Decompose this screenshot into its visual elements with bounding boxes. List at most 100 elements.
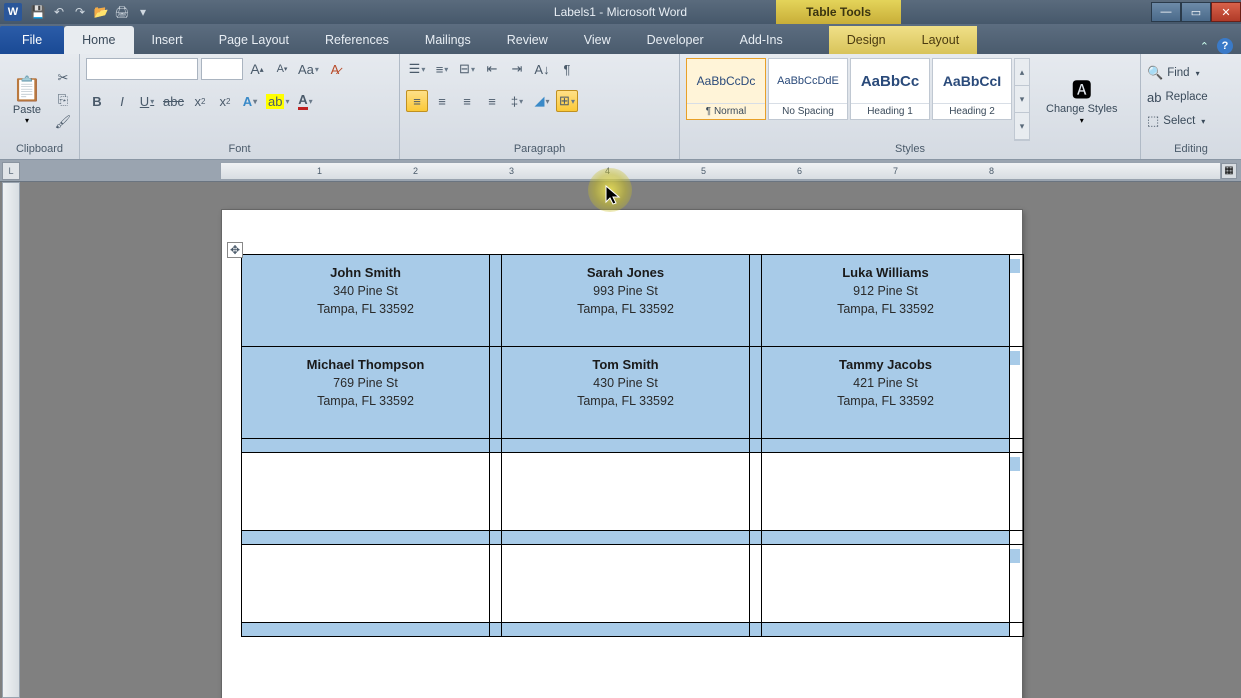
label-cell[interactable]: Luka Williams 912 Pine St Tampa, FL 3359… [762,255,1010,347]
tab-home[interactable]: Home [64,26,133,54]
superscript-button[interactable]: x2 [214,90,236,112]
strikethrough-button[interactable]: abc [161,90,186,112]
line-spacing-icon[interactable]: ‡▾ [506,90,528,112]
align-right-button[interactable]: ≡ [456,90,478,112]
redo-icon[interactable]: ↷ [70,3,90,21]
label-cell-empty[interactable] [502,439,750,453]
label-cell-empty[interactable] [762,453,1010,531]
text-effects-icon[interactable]: A▾ [239,90,261,112]
group-editing: 🔍Find▾ abReplace ⬚Select▾ Editing [1141,54,1241,159]
show-marks-icon[interactable]: ¶ [556,58,578,80]
row-marker [1010,623,1024,637]
labels-table[interactable]: John Smith 340 Pine St Tampa, FL 33592 S… [241,254,1024,637]
tab-mailings[interactable]: Mailings [407,26,489,54]
shrink-font-icon[interactable]: A▾ [271,58,293,80]
style-normal[interactable]: AaBbCcDc ¶ Normal [686,58,766,120]
change-styles-button[interactable]: 🅰 Change Styles ▾ [1040,58,1124,141]
highlight-color-icon[interactable]: ab▾ [264,90,291,112]
subscript-button[interactable]: x2 [189,90,211,112]
tab-design[interactable]: Design [829,26,904,54]
label-cell-empty[interactable] [762,439,1010,453]
label-cell-empty[interactable] [242,439,490,453]
tab-file[interactable]: File [0,26,64,54]
borders-icon[interactable]: ⊞▾ [556,90,578,112]
open-icon[interactable]: 📂 [91,3,111,21]
qat-dropdown-icon[interactable]: ▾ [133,3,153,21]
bold-button[interactable]: B [86,90,108,112]
find-button[interactable]: 🔍Find▾ [1147,62,1235,84]
style-scroll-up-icon[interactable]: ▴ [1015,59,1029,86]
label-cell-empty[interactable] [762,623,1010,637]
print-icon[interactable]: 🖨 [112,3,132,21]
align-center-button[interactable]: ≡ [431,90,453,112]
label-cell-empty[interactable] [502,531,750,545]
table-move-handle-icon[interactable]: ✥ [227,242,243,258]
bullets-icon[interactable]: ☰▾ [406,58,428,80]
minimize-button[interactable]: — [1151,2,1181,22]
label-cell-empty[interactable] [502,545,750,623]
document-area: ✥ John Smith 340 Pine St Tampa, FL 33592… [0,182,1241,698]
numbering-icon[interactable]: ≡▾ [431,58,453,80]
tab-addins[interactable]: Add-Ins [722,26,801,54]
align-left-button[interactable]: ≡ [406,90,428,112]
increase-indent-icon[interactable]: ⇥ [506,58,528,80]
close-button[interactable]: ✕ [1211,2,1241,22]
group-label-editing: Editing [1147,141,1235,159]
select-button[interactable]: ⬚Select▾ [1147,110,1235,132]
font-color-icon[interactable]: A▾ [294,90,316,112]
label-cell-empty[interactable] [762,545,1010,623]
label-cell[interactable]: Tom Smith 430 Pine St Tampa, FL 33592 [502,347,750,439]
label-cell-empty[interactable] [502,453,750,531]
tab-selector-icon[interactable]: L [2,162,20,180]
grow-font-icon[interactable]: A▴ [246,58,268,80]
decrease-indent-icon[interactable]: ⇤ [481,58,503,80]
style-gallery: AaBbCcDc ¶ Normal AaBbCcDdE No Spacing A… [686,58,1030,141]
cut-icon[interactable]: ✂ [52,68,74,88]
label-cell-empty[interactable] [242,623,490,637]
clear-formatting-icon[interactable]: A̷ [324,58,346,80]
label-cell-empty[interactable] [502,623,750,637]
label-cell-empty[interactable] [242,531,490,545]
help-icon[interactable]: ? [1217,38,1233,54]
style-scroll-down-icon[interactable]: ▾ [1015,86,1029,113]
ruler-toggle-icon[interactable]: ▦ [1221,163,1237,179]
maximize-button[interactable]: ▭ [1181,2,1211,22]
style-no-spacing[interactable]: AaBbCcDdE No Spacing [768,58,848,120]
horizontal-ruler[interactable]: 1 2 3 4 5 6 7 8 [220,162,1221,180]
tab-layout[interactable]: Layout [904,26,978,54]
label-cell-empty[interactable] [762,531,1010,545]
font-name-input[interactable] [86,58,198,80]
multilevel-list-icon[interactable]: ⊟▾ [456,58,478,80]
tab-developer[interactable]: Developer [629,26,722,54]
tab-references[interactable]: References [307,26,407,54]
italic-button[interactable]: I [111,90,133,112]
quick-access-toolbar: 💾 ↶ ↷ 📂 🖨 ▾ [28,3,153,21]
label-cell-empty[interactable] [242,453,490,531]
replace-button[interactable]: abReplace [1147,86,1235,108]
style-heading-1[interactable]: AaBbCc Heading 1 [850,58,930,120]
vertical-ruler[interactable] [2,182,20,698]
minimize-ribbon-icon[interactable]: ⌃ [1200,40,1209,53]
sort-icon[interactable]: A↓ [531,58,553,80]
change-case-icon[interactable]: Aa▾ [296,58,321,80]
style-more-icon[interactable]: ▾ [1015,113,1029,140]
paste-button[interactable]: 📋 Paste ▾ [6,58,48,141]
shading-icon[interactable]: ◢▾ [531,90,553,112]
style-heading-2[interactable]: AaBbCcI Heading 2 [932,58,1012,120]
tab-insert[interactable]: Insert [134,26,201,54]
font-size-input[interactable] [201,58,243,80]
tab-page-layout[interactable]: Page Layout [201,26,307,54]
undo-icon[interactable]: ↶ [49,3,69,21]
underline-button[interactable]: U▾ [136,90,158,112]
label-cell-empty[interactable] [242,545,490,623]
label-cell[interactable]: John Smith 340 Pine St Tampa, FL 33592 [242,255,490,347]
label-cell[interactable]: Michael Thompson 769 Pine St Tampa, FL 3… [242,347,490,439]
label-cell[interactable]: Sarah Jones 993 Pine St Tampa, FL 33592 [502,255,750,347]
copy-icon[interactable]: ⎘ [52,90,74,110]
label-cell[interactable]: Tammy Jacobs 421 Pine St Tampa, FL 33592 [762,347,1010,439]
justify-button[interactable]: ≡ [481,90,503,112]
tab-review[interactable]: Review [489,26,566,54]
format-painter-icon[interactable]: 🖌 [52,112,74,132]
tab-view[interactable]: View [566,26,629,54]
save-icon[interactable]: 💾 [28,3,48,21]
